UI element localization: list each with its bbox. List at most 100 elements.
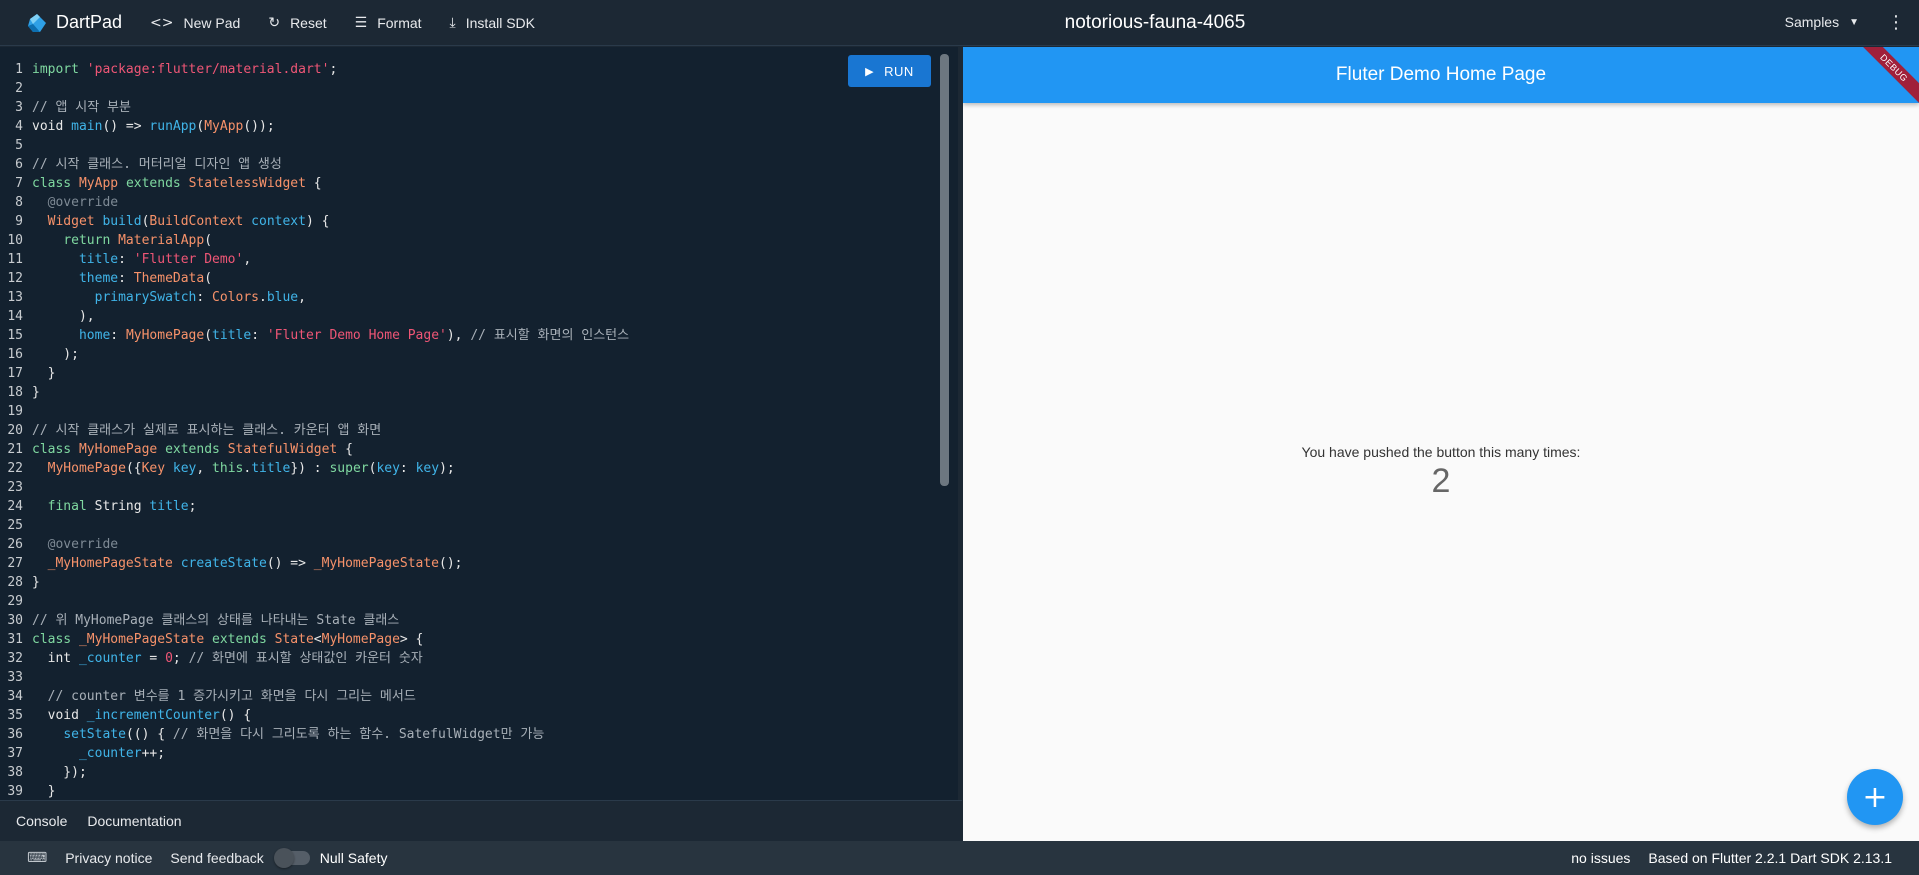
code-line[interactable]: 15 home: MyHomePage(title: 'Fluter Demo … [0, 326, 940, 345]
code-line[interactable]: 13 primarySwatch: Colors.blue, [0, 288, 940, 307]
tab-console[interactable]: Console [16, 813, 67, 829]
samples-dropdown[interactable]: Samples ▼ [1785, 14, 1859, 30]
code-line[interactable]: 39 } [0, 782, 940, 800]
code-token: title [149, 499, 189, 514]
code-line[interactable]: 35 void _incrementCounter() { [0, 706, 940, 725]
code-line[interactable]: 21 class MyHomePage extends StatefulWidge… [0, 440, 940, 459]
code-token: // 표시할 화면의 인스턴스 [470, 328, 630, 343]
code-token: _MyHomePageState [313, 556, 440, 571]
code-line[interactable]: 32 int _counter = 0; // 화면에 표시할 상태값인 카운터… [0, 649, 940, 668]
code-line[interactable]: 23 [0, 478, 940, 497]
code-line[interactable]: 31 class _MyHomePageState extends State<M… [0, 630, 940, 649]
editor-scrollbar[interactable] [940, 54, 949, 486]
code-lines[interactable]: 1 import 'package:flutter/material.dart';… [0, 60, 940, 800]
code-token: context [251, 214, 306, 229]
code-token: _incrementCounter [86, 708, 220, 723]
line-text: // 위 MyHomePage 클래스의 상태를 나타내는 State 클래스 [32, 611, 399, 630]
code-line[interactable]: 24 final String title; [0, 497, 940, 516]
code-line[interactable]: 25 [0, 516, 940, 535]
line-number: 12 [7, 271, 23, 286]
samples-label: Samples [1784, 14, 1840, 30]
line-number: 7 [15, 176, 23, 191]
code-token: () { [219, 708, 252, 723]
code-line[interactable]: 27 _MyHomePageState createState() => _My… [0, 554, 940, 573]
code-line[interactable]: 6 // 시작 클래스. 머터리얼 디자인 앱 생성 [0, 155, 940, 174]
code-line[interactable]: 20 // 시작 클래스가 실제로 표시하는 클래스. 카운터 앱 화면 [0, 421, 940, 440]
line-text: title: 'Flutter Demo', [32, 250, 251, 269]
line-text [32, 668, 40, 687]
code-line[interactable]: 28} [0, 573, 940, 592]
code-editor[interactable]: 1 import 'package:flutter/material.dart';… [0, 47, 958, 800]
code-token: runApp [149, 119, 197, 134]
dartpad-logo[interactable]: DartPad [26, 12, 122, 34]
more-menu-icon[interactable]: ⋮ [1887, 12, 1905, 33]
code-line[interactable]: 7 class MyApp extends StatelessWidget { [0, 174, 940, 193]
send-feedback-link[interactable]: Send feedback [170, 850, 263, 866]
code-line[interactable]: 8 @override [0, 193, 940, 212]
code-line[interactable]: 36 setState(() { // 화면을 다시 그리도록 하는 함수. S… [0, 725, 940, 744]
format-button[interactable]: ☰ Format [355, 15, 422, 31]
code-line[interactable]: 38 }); [0, 763, 940, 782]
code-line[interactable]: 9 Widget build(BuildContext context) { [0, 212, 940, 231]
code-line[interactable]: 2 [0, 79, 940, 98]
code-line[interactable]: 19 [0, 402, 940, 421]
code-token: } [32, 366, 56, 381]
code-line[interactable]: 5 [0, 136, 940, 155]
code-line[interactable]: 33 [0, 668, 940, 687]
code-token: = [141, 651, 166, 666]
code-token: , [196, 461, 213, 476]
line-text [32, 79, 40, 98]
null-safety-toggle[interactable] [273, 848, 310, 868]
line-text: return MaterialApp( [32, 231, 212, 250]
line-text [32, 592, 40, 611]
code-token: key [172, 461, 197, 476]
issues-status: no issues [1571, 850, 1631, 866]
code-line[interactable]: 12 theme: ThemeData( [0, 269, 940, 288]
code-line[interactable]: 18} [0, 383, 940, 402]
code-line[interactable]: 26 @override [0, 535, 940, 554]
code-token: } [32, 784, 56, 799]
counter-message: You have pushed the button this many tim… [1301, 444, 1581, 460]
code-token: : [196, 290, 213, 305]
code-token: // 위 MyHomePage 클래스의 상태를 나타내는 State 클래스 [32, 613, 400, 628]
code-token: ++; [141, 746, 166, 761]
code-line[interactable]: 10 return MaterialApp( [0, 231, 940, 250]
code-line[interactable]: 34 // counter 변수를 1 증가시키고 화면을 다시 그리는 메서드 [0, 687, 940, 706]
code-token: 'Flutter Demo' [133, 252, 244, 267]
reset-button[interactable]: ↻ Reset [268, 15, 326, 31]
code-token: } [32, 385, 40, 400]
code-line[interactable]: 17 } [0, 364, 940, 383]
code-token: this [212, 461, 244, 476]
run-button[interactable]: ▶ RUN [848, 55, 931, 87]
new-pad-button[interactable]: <> New Pad [150, 15, 240, 31]
install-sdk-button[interactable]: ⤓ Install SDK [450, 15, 535, 31]
reset-label: Reset [290, 14, 327, 31]
code-line[interactable]: 30 // 위 MyHomePage 클래스의 상태를 나타내는 State 클래… [0, 611, 940, 630]
line-text: @override [32, 193, 118, 212]
code-token: 'package:flutter/material.dart' [86, 62, 330, 77]
code-token: { [345, 442, 353, 457]
keyboard-icon[interactable]: ⌨ [27, 850, 47, 866]
tab-documentation[interactable]: Documentation [87, 813, 181, 829]
code-line[interactable]: 22 MyHomePage({Key key, this.title}) : s… [0, 459, 940, 478]
install-sdk-label: Install SDK [465, 14, 535, 31]
code-line[interactable]: 16 ); [0, 345, 940, 364]
code-line[interactable]: 4 void main() => runApp(MyApp()); [0, 117, 940, 136]
code-line[interactable]: 29 [0, 592, 940, 611]
privacy-notice-link[interactable]: Privacy notice [65, 850, 152, 866]
code-line[interactable]: 11 title: 'Flutter Demo', [0, 250, 940, 269]
counter-value: 2 [1431, 462, 1451, 500]
increment-fab[interactable]: + [1847, 769, 1903, 825]
code-line[interactable]: 37 _counter++; [0, 744, 940, 763]
line-number: 16 [7, 347, 23, 362]
code-line[interactable]: 1 import 'package:flutter/material.dart'; [0, 60, 940, 79]
download-icon: ⤓ [449, 14, 456, 31]
code-token: ), [32, 309, 95, 324]
line-number: 6 [15, 157, 23, 172]
code-line[interactable]: 3 // 앱 시작 부분 [0, 98, 940, 117]
code-line[interactable]: 14 ), [0, 307, 940, 326]
